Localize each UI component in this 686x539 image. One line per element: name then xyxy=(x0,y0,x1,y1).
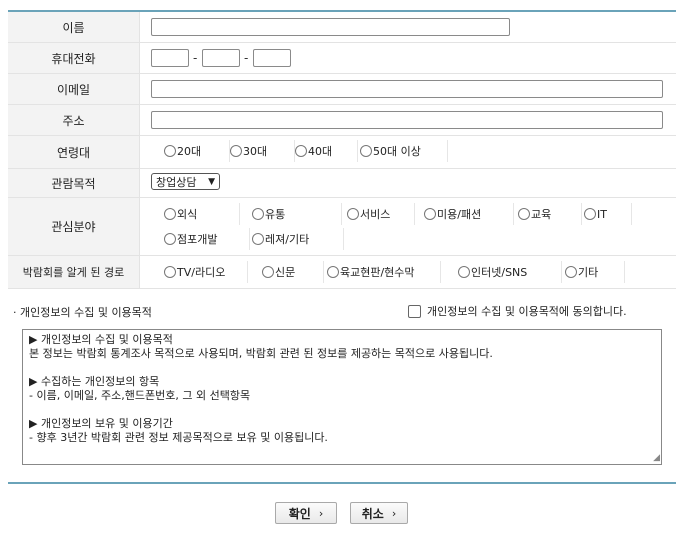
name-label: 이름 xyxy=(8,12,140,42)
route-label: 박람회를 알게 된 경로 xyxy=(8,256,140,288)
chevron-right-icon: › xyxy=(391,506,397,520)
interest-option[interactable]: 레져/기타 xyxy=(252,228,344,250)
phone-part1-input[interactable] xyxy=(151,49,189,67)
age-row: 연령대 20대 30대 40대 50대 이상 xyxy=(8,136,676,169)
interest-label: 관심분야 xyxy=(8,198,140,255)
name-input[interactable] xyxy=(151,18,510,36)
chevron-down-icon: ▼ xyxy=(208,177,215,187)
radio-button[interactable] xyxy=(424,208,436,220)
privacy-line: ▶ 수집하는 개인정보의 항목 xyxy=(29,375,160,388)
route-option[interactable]: 인터넷/SNS xyxy=(458,261,562,283)
privacy-line: ▶ 개인정보의 보유 및 이용기간 xyxy=(29,417,173,430)
address-input[interactable] xyxy=(151,111,663,129)
purpose-label: 관람목적 xyxy=(8,169,140,197)
interest-row: 관심분야 외식 유통 서비스 미용/패션 교육 IT 점포개발 레져/기타 xyxy=(8,198,676,256)
radio-button[interactable] xyxy=(262,266,274,278)
purpose-row: 관람목적 창업상담 ▼ xyxy=(8,169,676,198)
radio-button[interactable] xyxy=(252,208,264,220)
phone-part2-input[interactable] xyxy=(202,49,240,67)
route-option[interactable]: 육교현판/현수막 xyxy=(327,261,441,283)
checkbox[interactable] xyxy=(408,304,421,318)
route-option[interactable]: TV/라디오 xyxy=(164,261,248,283)
interest-option[interactable]: 외식 xyxy=(164,203,240,225)
interest-option[interactable]: 점포개발 xyxy=(164,228,250,250)
interest-option[interactable]: IT xyxy=(584,203,632,225)
resize-grip-icon[interactable]: ◢ xyxy=(653,454,660,463)
phone-part3-input[interactable] xyxy=(253,49,291,67)
radio-button[interactable] xyxy=(327,266,339,278)
radio-button[interactable] xyxy=(252,233,264,245)
radio-button[interactable] xyxy=(295,145,307,157)
radio-button[interactable] xyxy=(584,208,596,220)
route-row: 박람회를 알게 된 경로 TV/라디오 신문 육교현판/현수막 인터넷/SNS … xyxy=(8,256,676,289)
privacy-textarea[interactable]: ▶ 개인정보의 수집 및 이용목적 본 정보는 박람회 통계조사 목적으로 사용… xyxy=(22,329,662,465)
email-label: 이메일 xyxy=(8,74,140,104)
phone-label: 휴대전화 xyxy=(8,43,140,73)
privacy-line: ▶ 개인정보의 수집 및 이용목적 xyxy=(29,333,173,346)
radio-button[interactable] xyxy=(164,208,176,220)
interest-option[interactable]: 미용/패션 xyxy=(424,203,514,225)
age-label: 연령대 xyxy=(8,136,140,168)
radio-button[interactable] xyxy=(565,266,577,278)
phone-row: 휴대전화 - - xyxy=(8,43,676,74)
privacy-section-title: · 개인정보의 수집 및 이용목적 xyxy=(13,306,152,319)
radio-button[interactable] xyxy=(164,233,176,245)
cancel-button[interactable]: 취소 › xyxy=(350,502,408,524)
name-row: 이름 xyxy=(8,12,676,43)
route-option[interactable]: 기타 xyxy=(565,261,625,283)
chevron-right-icon: › xyxy=(318,506,324,520)
address-row: 주소 xyxy=(8,105,676,136)
radio-button[interactable] xyxy=(230,145,242,157)
privacy-line: - 향후 3년간 박람회 관련 정보 제공목적으로 보유 및 이용됩니다. xyxy=(29,431,328,444)
interest-option[interactable]: 유통 xyxy=(252,203,342,225)
phone-separator: - xyxy=(244,51,249,65)
route-option[interactable]: 신문 xyxy=(262,261,324,283)
purpose-select[interactable]: 창업상담 ▼ xyxy=(151,173,220,190)
phone-separator: - xyxy=(193,51,198,65)
radio-button[interactable] xyxy=(347,208,359,220)
radio-button[interactable] xyxy=(360,145,372,157)
age-option[interactable]: 40대 xyxy=(295,140,358,162)
address-label: 주소 xyxy=(8,105,140,135)
age-option[interactable]: 30대 xyxy=(230,140,295,162)
interest-option[interactable]: 교육 xyxy=(518,203,582,225)
radio-button[interactable] xyxy=(164,266,176,278)
email-input[interactable] xyxy=(151,80,663,98)
privacy-agree-label: 개인정보의 수집 및 이용목적에 동의합니다. xyxy=(427,305,627,318)
privacy-agree-checkbox[interactable]: 개인정보의 수집 및 이용목적에 동의합니다. xyxy=(408,303,627,319)
interest-option[interactable]: 서비스 xyxy=(347,203,415,225)
privacy-line: 본 정보는 박람회 통계조사 목적으로 사용되며, 박람회 관련 된 정보를 제… xyxy=(29,347,493,360)
age-option[interactable]: 20대 xyxy=(164,140,230,162)
confirm-button[interactable]: 확인 › xyxy=(275,502,337,524)
email-row: 이메일 xyxy=(8,74,676,105)
radio-button[interactable] xyxy=(458,266,470,278)
age-option[interactable]: 50대 이상 xyxy=(360,140,448,162)
privacy-line: - 이름, 이메일, 주소,핸드폰번호, 그 외 선택항목 xyxy=(29,389,251,402)
radio-button[interactable] xyxy=(164,145,176,157)
radio-button[interactable] xyxy=(518,208,530,220)
privacy-line xyxy=(29,361,655,375)
privacy-line xyxy=(29,403,655,417)
